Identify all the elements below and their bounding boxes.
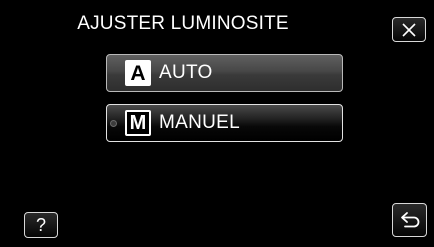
manual-m-icon: M <box>125 110 151 136</box>
option-auto-label: AUTO <box>159 62 213 83</box>
option-manuel-button[interactable]: M MANUEL <box>106 104 343 142</box>
page-title: AJUSTER LUMINOSITE <box>77 13 289 34</box>
auto-a-icon: A <box>125 60 151 86</box>
help-button[interactable]: ? <box>24 212 58 238</box>
option-auto-button[interactable]: A AUTO <box>106 54 343 92</box>
help-icon: ? <box>35 214 46 235</box>
selected-indicator-dot <box>110 120 117 127</box>
option-manuel-label: MANUEL <box>159 112 240 133</box>
return-arrow-icon <box>400 212 419 228</box>
manual-m-letter: M <box>127 112 149 134</box>
close-icon <box>402 22 416 37</box>
brightness-settings-screen: AJUSTER LUMINOSITE A AUTO M MANUEL ? <box>0 0 434 247</box>
back-button[interactable] <box>392 203 427 237</box>
close-button[interactable] <box>392 17 426 42</box>
